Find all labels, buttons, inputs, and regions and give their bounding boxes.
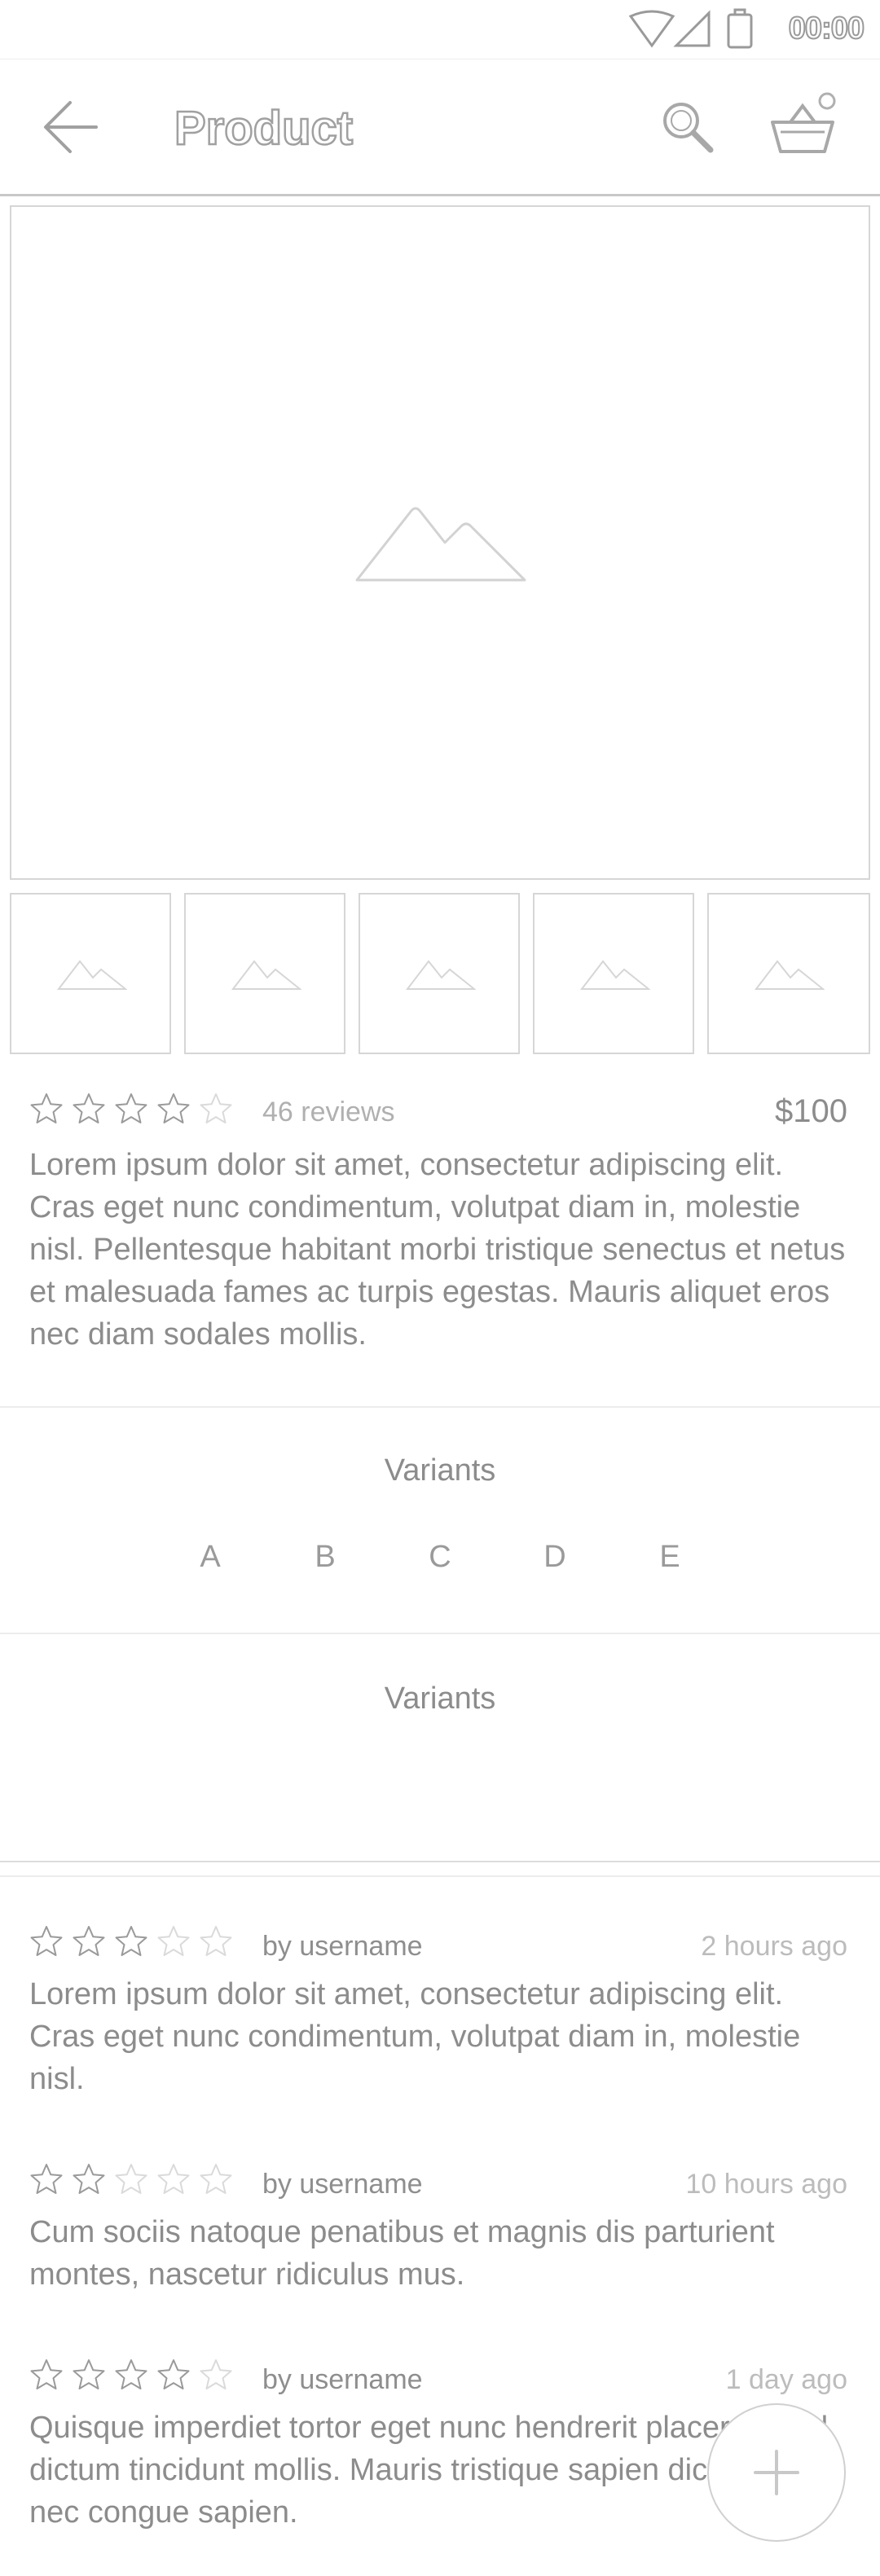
thumbnail[interactable] (533, 893, 694, 1054)
review-text: Cum sociis natoque penatibus et magnis d… (29, 2215, 775, 2292)
page-title: Product (174, 101, 354, 156)
cart-badge-dot (818, 92, 836, 110)
battery-icon (727, 8, 753, 49)
divider (0, 1406, 880, 1408)
search-icon[interactable] (658, 98, 717, 156)
status-time: 00:00 (788, 11, 865, 46)
review-author[interactable]: by username (262, 2169, 423, 2200)
image-placeholder-icon (755, 960, 825, 990)
divider (0, 1861, 880, 1862)
star-filled-icon (73, 1093, 105, 1123)
main-product-image[interactable] (10, 205, 870, 880)
variant-option-c[interactable]: C (416, 1540, 464, 1575)
divider (0, 1633, 880, 1634)
star-filled-icon (30, 1926, 63, 1956)
star-empty-icon (200, 1926, 232, 1956)
variants-title: Variants (384, 1453, 496, 1488)
basket-icon[interactable] (766, 91, 839, 156)
thumbnail[interactable] (707, 893, 870, 1054)
star-empty-icon (115, 2164, 147, 2194)
variant-option-b[interactable]: B (301, 1540, 350, 1575)
image-placeholder-icon (231, 960, 301, 990)
star-empty-icon (157, 1926, 190, 1956)
back-arrow-icon[interactable] (39, 95, 104, 160)
star-empty-icon (200, 2359, 232, 2389)
image-placeholder-icon (580, 960, 650, 990)
star-filled-icon (157, 2359, 190, 2389)
star-empty-icon (157, 2164, 190, 2194)
star-filled-icon (73, 2359, 105, 2389)
review-rating-stars (29, 1924, 274, 1960)
signal-icon (673, 10, 711, 47)
review-text: Lorem ipsum dolor sit amet, consectetur … (29, 1977, 801, 2096)
status-bar: 00:00 (0, 0, 880, 59)
review-author[interactable]: by username (262, 1931, 423, 1963)
reviews-count[interactable]: 46 reviews (262, 1097, 395, 1128)
star-filled-icon (30, 2359, 63, 2389)
review-timestamp: 2 hours ago (701, 1931, 847, 1962)
image-placeholder-icon (57, 960, 127, 990)
review-author[interactable]: by username (262, 2364, 423, 2396)
thumbnail[interactable] (10, 893, 171, 1054)
divider (0, 1875, 880, 1877)
star-empty-icon (200, 2164, 232, 2194)
image-placeholder-icon (406, 960, 476, 990)
thumbnail[interactable] (359, 893, 520, 1054)
variant-option-a[interactable]: A (186, 1540, 235, 1575)
review-timestamp: 1 day ago (725, 2364, 847, 2395)
add-review-button[interactable] (707, 2403, 846, 2542)
variant-option-d[interactable]: D (530, 1540, 579, 1575)
star-empty-icon (200, 1093, 232, 1123)
star-filled-icon (115, 1093, 147, 1123)
star-filled-icon (115, 1926, 147, 1956)
product-description: Lorem ipsum dolor sit amet, consectetur … (29, 1148, 846, 1352)
product-price: $100 (775, 1093, 847, 1129)
star-filled-icon (157, 1093, 190, 1123)
review-timestamp: 10 hours ago (685, 2169, 848, 2200)
star-filled-icon (115, 2359, 147, 2389)
variant-option-e[interactable]: E (645, 1540, 694, 1575)
review-rating-stars (29, 2162, 274, 2198)
star-filled-icon (30, 2164, 63, 2194)
image-placeholder-icon (355, 507, 526, 582)
star-filled-icon (73, 1926, 105, 1956)
star-filled-icon (30, 1093, 63, 1123)
app-bar: Product (0, 59, 880, 196)
plus-icon (754, 2450, 799, 2495)
thumbnail[interactable] (184, 893, 345, 1054)
product-rating-stars (29, 1092, 274, 1128)
star-filled-icon (73, 2164, 105, 2194)
variants-title-2: Variants (384, 1681, 496, 1716)
review-rating-stars (29, 2358, 274, 2394)
